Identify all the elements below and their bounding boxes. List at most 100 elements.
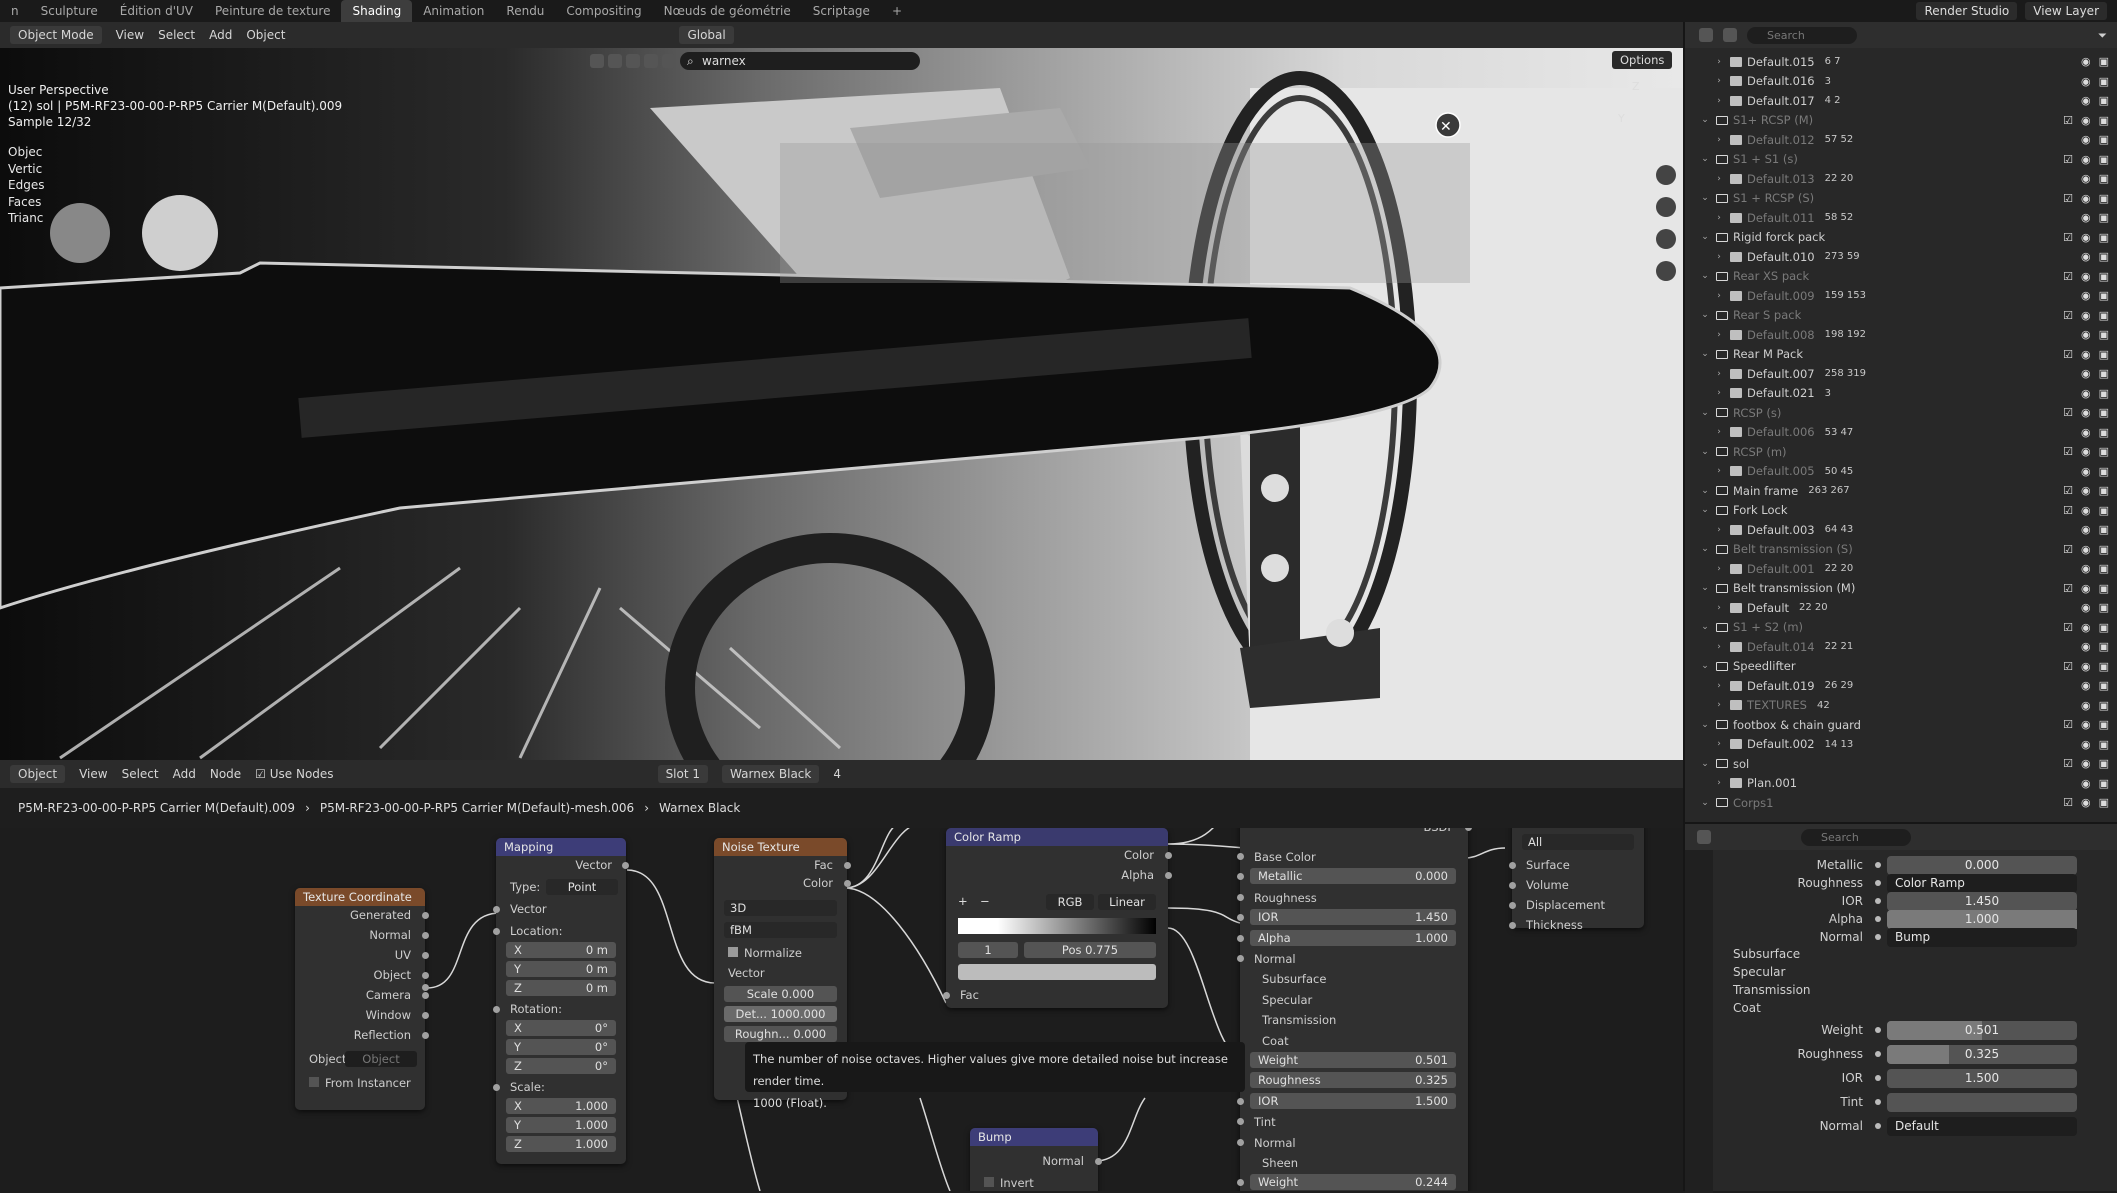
outliner-collection-row[interactable]: ⌄ Belt transmission (S) ☑ ◉ ▣ — [1685, 540, 2117, 560]
camera-icon[interactable]: ▣ — [2099, 738, 2109, 751]
property-field[interactable] — [1887, 1092, 2077, 1112]
bsdf-section-header[interactable]: Coat — [1240, 1032, 1468, 1050]
rotation-field[interactable]: X 0° — [506, 1020, 616, 1036]
color-ramp-gradient[interactable] — [958, 918, 1156, 934]
input-socket[interactable] — [1237, 1097, 1244, 1105]
eye-icon[interactable]: ◉ — [2081, 153, 2091, 166]
outliner-object-row[interactable]: › Default.010 273 59 ◉ ▣ — [1685, 247, 2117, 267]
socket-icon[interactable] — [1875, 880, 1881, 886]
output-socket[interactable] — [422, 992, 429, 999]
vector-input-socket[interactable] — [493, 906, 500, 913]
checkbox-icon[interactable]: ☑ — [2063, 660, 2073, 673]
property-field[interactable]: 1.500 — [1887, 1068, 2077, 1088]
breadcrumb-mesh[interactable]: P5M-RF23-00-00-P-RP5 Carrier M(Default)-… — [320, 801, 634, 815]
outliner-collection-row[interactable]: ⌄ S1 + S2 (m) ☑ ◉ ▣ — [1685, 618, 2117, 638]
invert-checkbox[interactable]: Invert — [970, 1174, 1098, 1191]
property-field[interactable]: Bump — [1887, 927, 2077, 947]
transform-orientation-dropdown[interactable]: Global — [679, 26, 734, 44]
camera-icon[interactable]: ▣ — [2099, 699, 2109, 712]
checkbox-icon[interactable]: ☑ — [2063, 543, 2073, 556]
shading-icon[interactable] — [608, 54, 622, 68]
workspace-tab[interactable]: Peinture de texture — [204, 0, 341, 22]
camera-icon[interactable]: ▣ — [2099, 114, 2109, 127]
chevron-icon[interactable]: › — [1713, 291, 1725, 301]
outliner-object-row[interactable]: › Default.015 6 7 ◉ ▣ — [1685, 52, 2117, 72]
bsdf-field[interactable]: IOR 1.450 — [1250, 909, 1456, 926]
bsdf-field[interactable]: IOR 1.500 — [1250, 1092, 1456, 1109]
use-nodes-checkbox[interactable]: ☑ Use Nodes — [255, 767, 333, 781]
chevron-icon[interactable]: ⌄ — [1699, 720, 1711, 730]
scale-socket[interactable] — [493, 1084, 500, 1091]
material-selector[interactable]: Warnex Black — [722, 765, 820, 783]
workspace-tab[interactable]: + — [881, 0, 913, 22]
checkbox-icon[interactable]: ☑ — [2063, 582, 2073, 595]
dimensions-dropdown[interactable]: 3D — [724, 900, 837, 916]
outliner-collection-row[interactable]: ⌄ Fork Lock ☑ ◉ ▣ — [1685, 501, 2117, 521]
camera-icon[interactable]: ▣ — [2099, 75, 2109, 88]
scale-field[interactable]: Y 1.000 — [506, 1117, 616, 1133]
editor-type-icon[interactable] — [1723, 28, 1737, 42]
property-field[interactable]: Default — [1887, 1116, 2077, 1136]
chevron-icon[interactable]: › — [1713, 57, 1725, 67]
chevron-icon[interactable]: › — [1713, 525, 1725, 535]
3d-viewport[interactable]: ✕ — [0, 48, 1683, 760]
workspace-tab[interactable]: Rendu — [495, 0, 555, 22]
socket-icon[interactable] — [1875, 862, 1881, 868]
camera-icon[interactable]: ▣ — [2099, 172, 2109, 185]
outliner-object-row[interactable]: › Default.013 22 20 ◉ ▣ — [1685, 169, 2117, 189]
eye-icon[interactable]: ◉ — [2081, 55, 2091, 68]
eye-icon[interactable]: ◉ — [2081, 75, 2091, 88]
bsdf-section-header[interactable]: Subsurface — [1240, 970, 1468, 988]
chevron-icon[interactable]: › — [1713, 213, 1725, 223]
gizmo-y[interactable]: Y — [1618, 112, 1625, 125]
eye-icon[interactable]: ◉ — [2081, 777, 2091, 790]
camera-icon[interactable]: ▣ — [2099, 796, 2109, 809]
camera-icon[interactable]: ▣ — [2099, 523, 2109, 536]
bsdf-section-header[interactable]: Transmission — [1240, 1011, 1468, 1029]
eye-icon[interactable]: ◉ — [2081, 94, 2091, 107]
node-menu-view[interactable]: View — [79, 767, 107, 781]
slot-dropdown[interactable]: Slot 1 — [657, 765, 709, 783]
eye-icon[interactable]: ◉ — [2081, 328, 2091, 341]
mapping-node[interactable]: Mapping Vector Type: Point Vector Locati… — [493, 838, 629, 1164]
filter-icon[interactable] — [590, 54, 604, 68]
stop-index-field[interactable]: 1 — [958, 942, 1018, 958]
from-instancer-checkbox[interactable]: From Instancer — [295, 1074, 425, 1092]
normal-output-socket[interactable] — [1095, 1158, 1102, 1165]
eye-icon[interactable]: ◉ — [2081, 601, 2091, 614]
outliner-object-row[interactable]: › Default.006 53 47 ◉ ▣ — [1685, 423, 2117, 443]
outliner-collection-row[interactable]: ⌄ S1 + RCSP (S) ☑ ◉ ▣ — [1685, 189, 2117, 209]
outliner-object-row[interactable]: › Default.012 57 52 ◉ ▣ — [1685, 130, 2117, 150]
chevron-icon[interactable]: ⌄ — [1699, 408, 1711, 418]
camera-icon[interactable]: ▣ — [2099, 270, 2109, 283]
alpha-output-socket[interactable] — [1165, 872, 1172, 879]
node-menu-select[interactable]: Select — [122, 767, 159, 781]
chevron-icon[interactable]: ⌄ — [1699, 759, 1711, 769]
eye-icon[interactable]: ◉ — [2081, 562, 2091, 575]
eye-icon[interactable]: ◉ — [2081, 465, 2091, 478]
socket-icon[interactable] — [1875, 1027, 1881, 1033]
chevron-icon[interactable]: › — [1713, 427, 1725, 437]
outliner-object-row[interactable]: › Default.019 26 29 ◉ ▣ — [1685, 676, 2117, 696]
chevron-icon[interactable]: › — [1713, 778, 1725, 788]
eye-icon[interactable]: ◉ — [2081, 504, 2091, 517]
camera-icon[interactable]: ▣ — [2099, 582, 2109, 595]
eye-icon[interactable]: ◉ — [2081, 426, 2091, 439]
checkbox-icon[interactable]: ☑ — [2063, 621, 2073, 634]
camera-icon[interactable]: ▣ — [2099, 309, 2109, 322]
checkbox-icon[interactable]: ☑ — [2063, 504, 2073, 517]
chevron-icon[interactable]: ⌄ — [1699, 349, 1711, 359]
checkbox-icon[interactable]: ☑ — [2063, 231, 2073, 244]
checkbox-icon[interactable]: ☑ — [2063, 484, 2073, 497]
workspace-tab[interactable]: Scriptage — [802, 0, 881, 22]
chevron-icon[interactable]: › — [1713, 564, 1725, 574]
camera-icon[interactable]: ▣ — [2099, 660, 2109, 673]
bsdf-field[interactable]: Roughness 0.325 — [1250, 1072, 1456, 1089]
interpolation-dropdown[interactable]: Linear — [1098, 894, 1156, 910]
outliner-object-row[interactable]: › Default 22 20 ◉ ▣ — [1685, 598, 2117, 618]
node-title[interactable]: Noise Texture — [714, 838, 847, 856]
detail-field[interactable]: Det... 1000.000 — [724, 1006, 837, 1022]
camera-icon[interactable]: ▣ — [2099, 426, 2109, 439]
input-socket[interactable] — [1237, 853, 1244, 860]
object-output-socket[interactable] — [422, 984, 429, 991]
